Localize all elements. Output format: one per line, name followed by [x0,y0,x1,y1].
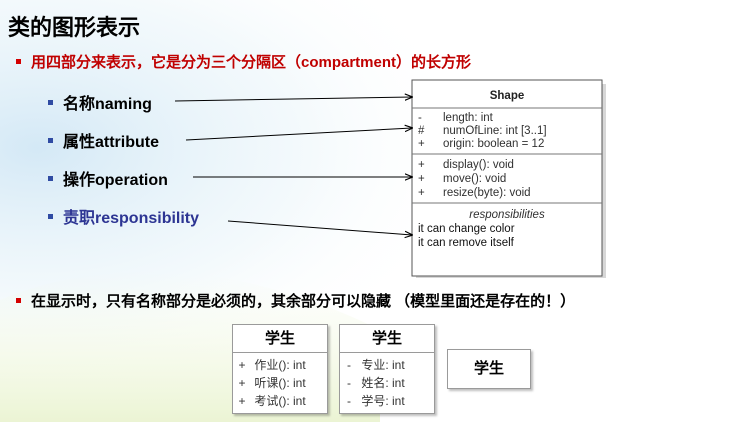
op-visibility: + [418,173,425,185]
bullet-display-note-text: 在显示时，只有名称部分是必须的，其余部分可以隐藏 （模型里面还是存在的！） [31,293,576,310]
student-class-attributes: 学生 - 专业: int - 姓名: int - 学号: int [339,324,435,414]
op-visibility: + [418,159,425,171]
attr-origin: origin: boolean = 12 [443,138,544,150]
attr-length: length: int [443,112,494,124]
student-op-row: + 作业(): int [238,358,306,372]
op-move: move(): void [443,173,506,185]
responsibility-remove-itself: it can remove itself [418,237,515,249]
attr-numofline: numOfLine: int [3..1] [443,125,547,137]
responsibility-change-color: it can change color [418,223,515,235]
student-attr-name: 姓名: int [361,376,405,390]
student-op-row: + 考试(): int [238,394,306,408]
attr-visibility: # [418,125,425,137]
attr-visibility: + [418,138,425,150]
student-class-name: 学生 [473,360,504,377]
student-attr-row: - 专业: int [347,358,405,372]
student-class-name: 学生 [233,325,327,353]
op-resize: resize(byte): void [443,187,531,199]
shape-class-name: Shape [490,90,525,102]
bullet-display-note: 在显示时，只有名称部分是必须的，其余部分可以隐藏 （模型里面还是存在的！） [16,290,575,311]
op-visibility: + [418,187,425,199]
student-op-exam: 考试(): int [254,394,306,408]
student-attr-major: 专业: int [361,358,405,372]
arrow-responsibility [227,220,412,235]
student-op-lecture: 听课(): int [254,376,306,390]
op-display: display(): void [443,159,514,171]
student-op-homework: 作业(): int [254,358,306,372]
student-class-name: 学生 [340,325,434,353]
student-class-name-only: 学生 [447,349,531,389]
student-class-operations: 学生 + 作业(): int + 听课(): int + 考试(): int [232,324,328,414]
arrow-naming [174,97,412,102]
arrow-attribute [185,128,412,141]
student-attr-row: - 姓名: int [347,376,405,390]
responsibilities-title: responsibilities [469,209,545,221]
student-op-row: + 听课(): int [238,376,306,390]
bullet-square-icon [16,297,21,303]
student-attr-row: - 学号: int [347,394,405,408]
student-attr-id: 学号: int [361,394,405,408]
attr-visibility: - [418,112,422,124]
